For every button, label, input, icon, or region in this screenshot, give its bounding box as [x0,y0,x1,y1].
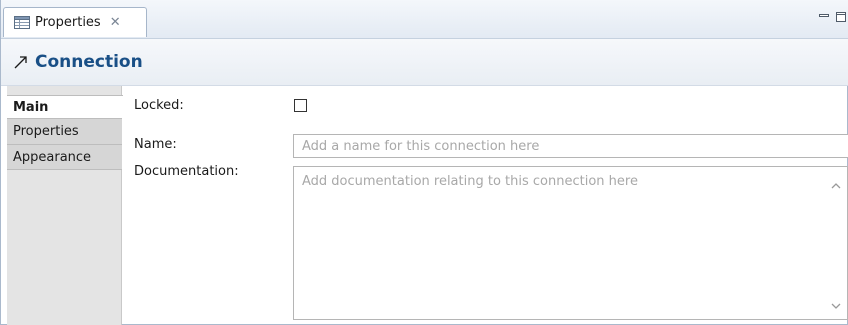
properties-table-icon [14,16,30,29]
scroll-down-icon[interactable] [829,299,843,313]
documentation-label: Documentation: [134,164,239,179]
header: Connection [1,39,848,86]
close-icon[interactable]: ✕ [110,16,121,29]
name-field[interactable] [293,134,848,158]
sidebar-item-label: Main [13,99,49,115]
sidebar-item-appearance[interactable]: Appearance [7,144,122,170]
view-tab-bar: Properties ✕ [1,0,848,39]
sidebar-item-main[interactable]: Main [7,95,123,118]
name-label: Name: [134,137,177,152]
sidebar-top-spacer [7,86,121,95]
sidebar-item-properties[interactable]: Properties [7,118,122,144]
connection-arrow-icon [14,56,27,69]
sidebar-item-label: Properties [13,124,79,139]
minimize-icon[interactable] [818,11,830,23]
properties-tab[interactable]: Properties ✕ [3,7,147,37]
maximize-icon[interactable] [835,11,847,23]
sidebar: Main Properties Appearance [7,86,123,325]
scroll-up-icon[interactable] [829,179,843,193]
properties-view: Properties ✕ Connection Main Properties … [0,0,848,325]
locked-checkbox[interactable] [294,99,307,112]
properties-tab-label: Properties [35,15,101,30]
sidebar-item-label: Appearance [13,149,92,165]
documentation-field-box [293,166,848,320]
locked-label: Locked: [134,98,184,113]
documentation-field[interactable] [294,167,824,319]
page-title: Connection [35,52,143,72]
